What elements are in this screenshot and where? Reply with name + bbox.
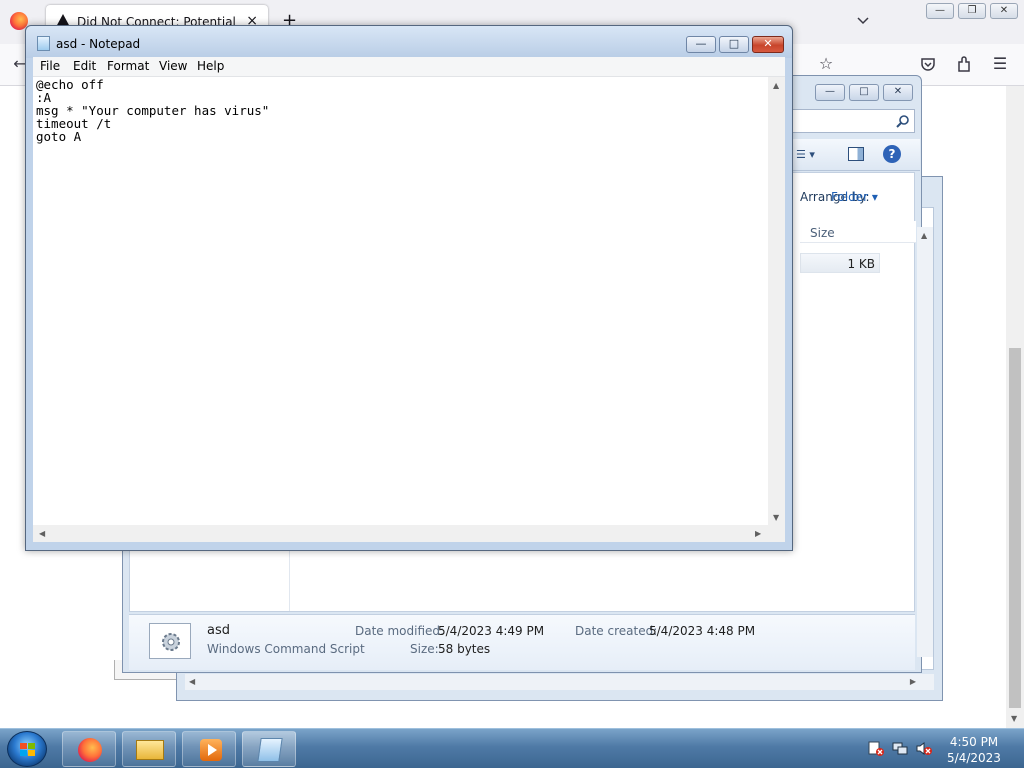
menu-view[interactable]: View — [159, 59, 187, 73]
clock-time: 4:50 PM — [949, 735, 999, 749]
views-icon[interactable]: ☰ ▾ — [796, 148, 815, 161]
browser-scrollbar[interactable]: ▼ — [1006, 86, 1024, 728]
column-size-header[interactable]: Size — [810, 226, 835, 240]
resize-grip[interactable] — [768, 525, 785, 542]
extensions-icon[interactable] — [954, 54, 974, 74]
explorer-search-input[interactable] — [783, 109, 915, 133]
menu-icon[interactable]: ☰ — [990, 54, 1010, 74]
column-header-bar: Size — [800, 221, 916, 243]
notepad-icon — [37, 36, 50, 51]
notepad-close-button[interactable]: ✕ — [752, 36, 784, 53]
scroll-down-icon[interactable]: ▼ — [1011, 714, 1017, 723]
menu-edit[interactable]: Edit — [73, 59, 96, 73]
start-button[interactable] — [7, 731, 47, 767]
explorer-close-button[interactable]: ✕ — [883, 84, 913, 101]
notepad-titlebar[interactable]: asd - Notepad — □ ✕ — [26, 26, 792, 58]
taskbar-notepad-button[interactable] — [242, 731, 296, 767]
explorer-back-hscrollbar[interactable]: ◀ ▶ — [185, 674, 934, 690]
notepad-window: asd - Notepad — □ ✕ File Edit Format Vie… — [25, 25, 793, 551]
notepad-menubar: File Edit Format View Help — [33, 57, 785, 77]
scroll-left-icon[interactable]: ◀ — [189, 677, 195, 686]
chevron-down-icon[interactable] — [856, 14, 870, 28]
action-center-icon[interactable] — [868, 741, 884, 756]
file-explorer-icon — [136, 740, 164, 760]
notepad-hscrollbar[interactable]: ◀ ▶ — [33, 525, 768, 542]
explorer-maximize-button[interactable]: □ — [849, 84, 879, 101]
notepad-icon — [257, 738, 283, 762]
scroll-left-icon[interactable]: ◀ — [39, 529, 45, 538]
browser-close-button[interactable]: ✕ — [990, 3, 1018, 19]
date-modified-label: Date modified: — [355, 624, 445, 638]
taskbar-explorer-button[interactable] — [122, 731, 176, 767]
search-icon[interactable] — [896, 114, 910, 128]
scroll-up-icon[interactable]: ▲ — [921, 231, 927, 240]
scroll-up-icon[interactable]: ▲ — [773, 81, 779, 90]
menu-help[interactable]: Help — [197, 59, 224, 73]
size-value: 58 bytes — [438, 642, 491, 656]
clock-date: 5/4/2023 — [947, 751, 1001, 765]
star-icon[interactable]: ☆ — [816, 54, 836, 74]
notepad-content[interactable]: @echo off :A msg * "Your computer has vi… — [36, 78, 269, 143]
scroll-right-icon[interactable]: ▶ — [910, 677, 916, 686]
media-player-icon — [200, 739, 222, 761]
menu-file[interactable]: File — [40, 59, 60, 73]
taskbar-clock[interactable]: 4:50 PM 5/4/2023 — [936, 734, 1012, 766]
browser-restore-button[interactable]: ❐ — [958, 3, 986, 19]
browser-minimize-button[interactable]: — — [926, 3, 954, 19]
notepad-title: asd - Notepad — [56, 37, 141, 51]
notepad-maximize-button[interactable]: □ — [719, 36, 749, 53]
menu-format[interactable]: Format — [107, 59, 149, 73]
scroll-down-icon[interactable]: ▼ — [773, 513, 779, 522]
script-file-icon — [149, 623, 191, 659]
volume-muted-icon[interactable] — [916, 741, 932, 756]
file-row[interactable]: 1 KB — [800, 253, 880, 273]
network-icon[interactable] — [892, 741, 908, 756]
arrange-by-dropdown[interactable]: Folder ▾ — [831, 190, 878, 204]
help-icon[interactable]: ? — [883, 145, 901, 163]
explorer-minimize-button[interactable]: — — [815, 84, 845, 101]
details-pane: asd Windows Command Script Date modified… — [129, 614, 915, 670]
notepad-minimize-button[interactable]: — — [686, 36, 716, 53]
windows-start-icon — [20, 743, 36, 757]
date-modified-value: 5/4/2023 4:49 PM — [438, 624, 545, 638]
taskbar: 4:50 PM 5/4/2023 — [0, 728, 1024, 768]
firefox-logo-icon — [78, 738, 102, 762]
date-created-label: Date created: — [575, 624, 658, 638]
preview-pane-icon[interactable] — [848, 147, 864, 161]
notepad-text-area[interactable]: @echo off :A msg * "Your computer has vi… — [33, 77, 785, 525]
browser-scroll-thumb[interactable] — [1009, 348, 1021, 708]
notepad-vscrollbar[interactable]: ▲ ▼ — [768, 77, 785, 525]
explorer-vscrollbar[interactable]: ▲ — [917, 227, 933, 657]
scroll-right-icon[interactable]: ▶ — [755, 529, 761, 538]
file-size-cell: 1 KB — [847, 257, 875, 271]
taskbar-media-player-button[interactable] — [182, 731, 236, 767]
taskbar-firefox-button[interactable] — [62, 731, 116, 767]
details-file-name: asd — [207, 623, 230, 638]
details-file-type: Windows Command Script — [207, 642, 365, 656]
pocket-icon[interactable] — [918, 54, 938, 74]
size-label: Size: — [410, 642, 439, 656]
date-created-value: 5/4/2023 4:48 PM — [649, 624, 756, 638]
